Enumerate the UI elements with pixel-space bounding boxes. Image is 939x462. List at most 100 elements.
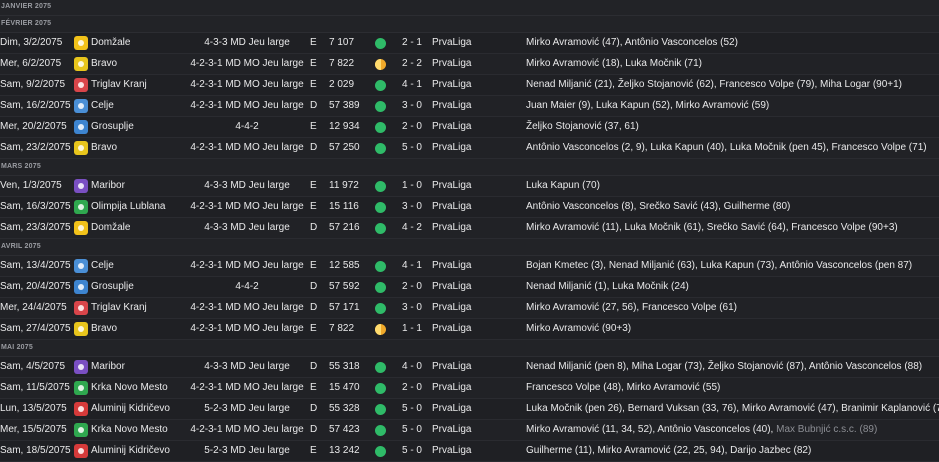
club-crest-icon[interactable] — [74, 444, 88, 458]
competition-link[interactable]: PrvaLiga — [432, 441, 471, 461]
score-link[interactable]: 1 - 0 — [398, 176, 426, 196]
opponent-link[interactable]: Maribor — [91, 357, 125, 377]
competition-link[interactable]: PrvaLiga — [432, 378, 471, 398]
opponent-link[interactable]: Bravo — [91, 138, 117, 158]
fixture-row[interactable]: Mer, 15/5/2075 Krka Novo Mesto 4-2-3-1 M… — [0, 420, 939, 441]
club-crest-icon[interactable] — [74, 78, 88, 92]
fixture-row[interactable]: Sam, 9/2/2075 Triglav Kranj 4-2-3-1 MD M… — [0, 75, 939, 96]
competition-link[interactable]: PrvaLiga — [432, 75, 471, 95]
score-link[interactable]: 2 - 1 — [398, 33, 426, 53]
score-link[interactable]: 5 - 0 — [398, 138, 426, 158]
competition-link[interactable]: PrvaLiga — [432, 420, 471, 440]
club-crest-icon[interactable] — [74, 99, 88, 113]
score-link[interactable]: 4 - 1 — [398, 75, 426, 95]
club-crest-icon[interactable] — [74, 423, 88, 437]
fixture-row[interactable]: Mer, 24/4/2075 Triglav Kranj 4-2-3-1 MD … — [0, 298, 939, 319]
opponent-link[interactable]: Domžale — [91, 218, 130, 238]
club-crest-icon[interactable] — [74, 200, 88, 214]
competition-link[interactable]: PrvaLiga — [432, 256, 471, 276]
club-crest-icon[interactable] — [74, 322, 88, 336]
scorers-text: Antônio Vasconcelos (2, 9), Luka Kapun (… — [526, 142, 927, 153]
score-link[interactable]: 5 - 0 — [398, 441, 426, 461]
fixture-row[interactable]: Dim, 3/2/2075 Domžale 4-3-3 MD Jeu large… — [0, 33, 939, 54]
opponent-link[interactable]: Maribor — [91, 176, 125, 196]
attendance: 57 216 — [329, 222, 360, 233]
club-crest-icon[interactable] — [74, 301, 88, 315]
score-link[interactable]: 4 - 2 — [398, 218, 426, 238]
win-dot-icon — [375, 181, 386, 192]
club-crest-icon[interactable] — [74, 221, 88, 235]
opponent-link[interactable]: Aluminij Kidričevo — [91, 399, 170, 419]
score-link[interactable]: 4 - 1 — [398, 256, 426, 276]
club-crest-icon[interactable] — [74, 259, 88, 273]
competition-link[interactable]: PrvaLiga — [432, 399, 471, 419]
competition-link[interactable]: PrvaLiga — [432, 54, 471, 74]
fixture-row[interactable]: Ven, 1/3/2075 Maribor 4-3-3 MD Jeu large… — [0, 176, 939, 197]
score-link[interactable]: 2 - 2 — [398, 54, 426, 74]
fixture-row[interactable]: Sam, 23/2/2075 Bravo 4-2-3-1 MD MO Jeu l… — [0, 138, 939, 159]
competition-link[interactable]: PrvaLiga — [432, 319, 471, 339]
competition-link[interactable]: PrvaLiga — [432, 357, 471, 377]
opponent-link[interactable]: Celje — [91, 96, 114, 116]
opponent-link[interactable]: Aluminij Kidričevo — [91, 441, 170, 461]
goal-scorers: Luka Kapun (70) — [526, 176, 600, 196]
score-link[interactable]: 5 - 0 — [398, 420, 426, 440]
score-link[interactable]: 4 - 0 — [398, 357, 426, 377]
opponent-link[interactable]: Krka Novo Mesto — [91, 378, 168, 398]
club-crest-icon[interactable] — [74, 402, 88, 416]
club-crest-icon[interactable] — [74, 360, 88, 374]
competition-link[interactable]: PrvaLiga — [432, 197, 471, 217]
fixture-row[interactable]: Lun, 13/5/2075 Aluminij Kidričevo 5-2-3 … — [0, 399, 939, 420]
competition-link[interactable]: PrvaLiga — [432, 138, 471, 158]
score-link[interactable]: 2 - 0 — [398, 378, 426, 398]
opponent-link[interactable]: Triglav Kranj — [91, 75, 147, 95]
opponent-link[interactable]: Domžale — [91, 33, 130, 53]
match-date: Sam, 16/2/2075 — [0, 100, 71, 111]
club-crest-icon[interactable] — [74, 36, 88, 50]
opponent-link[interactable]: Grosuplje — [91, 277, 134, 297]
scorers-text: Nenad Miljanić (21), Željko Stojanović (… — [526, 79, 903, 90]
opponent-link[interactable]: Triglav Kranj — [91, 298, 147, 318]
club-crest-icon[interactable] — [74, 179, 88, 193]
attendance: 15 470 — [329, 382, 360, 393]
competition-link[interactable]: PrvaLiga — [432, 218, 471, 238]
fixture-row[interactable]: Mer, 20/2/2075 Grosuplje 4-4-2 E 12 934 … — [0, 117, 939, 138]
club-crest-icon[interactable] — [74, 141, 88, 155]
fixture-row[interactable]: Mer, 6/2/2075 Bravo 4-2-3-1 MD MO Jeu la… — [0, 54, 939, 75]
opponent-link[interactable]: Olimpija Lublana — [91, 197, 166, 217]
opponent-link[interactable]: Bravo — [91, 54, 117, 74]
opponent-link[interactable]: Krka Novo Mesto — [91, 420, 168, 440]
fixture-row[interactable]: Sam, 11/5/2075 Krka Novo Mesto 4-2-3-1 M… — [0, 378, 939, 399]
club-crest-icon[interactable] — [74, 280, 88, 294]
competition-link[interactable]: PrvaLiga — [432, 96, 471, 116]
score-link[interactable]: 5 - 0 — [398, 399, 426, 419]
score-link[interactable]: 3 - 0 — [398, 298, 426, 318]
competition-link[interactable]: PrvaLiga — [432, 277, 471, 297]
opponent-link[interactable]: Grosuplje — [91, 117, 134, 137]
score-link[interactable]: 3 - 0 — [398, 197, 426, 217]
score-link[interactable]: 2 - 0 — [398, 277, 426, 297]
club-crest-icon[interactable] — [74, 57, 88, 71]
score-link[interactable]: 1 - 1 — [398, 319, 426, 339]
win-dot-icon — [375, 303, 386, 314]
competition-link[interactable]: PrvaLiga — [432, 117, 471, 137]
competition-link[interactable]: PrvaLiga — [432, 298, 471, 318]
fixture-row[interactable]: Sam, 13/4/2075 Celje 4-2-3-1 MD MO Jeu l… — [0, 256, 939, 277]
score-link[interactable]: 2 - 0 — [398, 117, 426, 137]
match-date: Lun, 13/5/2075 — [0, 403, 67, 414]
competition-link[interactable]: PrvaLiga — [432, 176, 471, 196]
fixture-row[interactable]: Sam, 4/5/2075 Maribor 4-3-3 MD Jeu large… — [0, 357, 939, 378]
formation: 4-2-3-1 MD MO Jeu large — [190, 260, 304, 271]
fixture-row[interactable]: Sam, 27/4/2075 Bravo 4-2-3-1 MD MO Jeu l… — [0, 319, 939, 340]
club-crest-icon[interactable] — [74, 381, 88, 395]
fixture-row[interactable]: Sam, 16/2/2075 Celje 4-2-3-1 MD MO Jeu l… — [0, 96, 939, 117]
fixture-row[interactable]: Sam, 16/3/2075 Olimpija Lublana 4-2-3-1 … — [0, 197, 939, 218]
opponent-link[interactable]: Celje — [91, 256, 114, 276]
fixture-row[interactable]: Sam, 23/3/2075 Domžale 4-3-3 MD Jeu larg… — [0, 218, 939, 239]
club-crest-icon[interactable] — [74, 120, 88, 134]
opponent-link[interactable]: Bravo — [91, 319, 117, 339]
fixture-row[interactable]: Sam, 20/4/2075 Grosuplje 4-4-2 D 57 592 … — [0, 277, 939, 298]
competition-link[interactable]: PrvaLiga — [432, 33, 471, 53]
score-link[interactable]: 3 - 0 — [398, 96, 426, 116]
fixture-row[interactable]: Sam, 18/5/2075 Aluminij Kidričevo 5-2-3 … — [0, 441, 939, 462]
